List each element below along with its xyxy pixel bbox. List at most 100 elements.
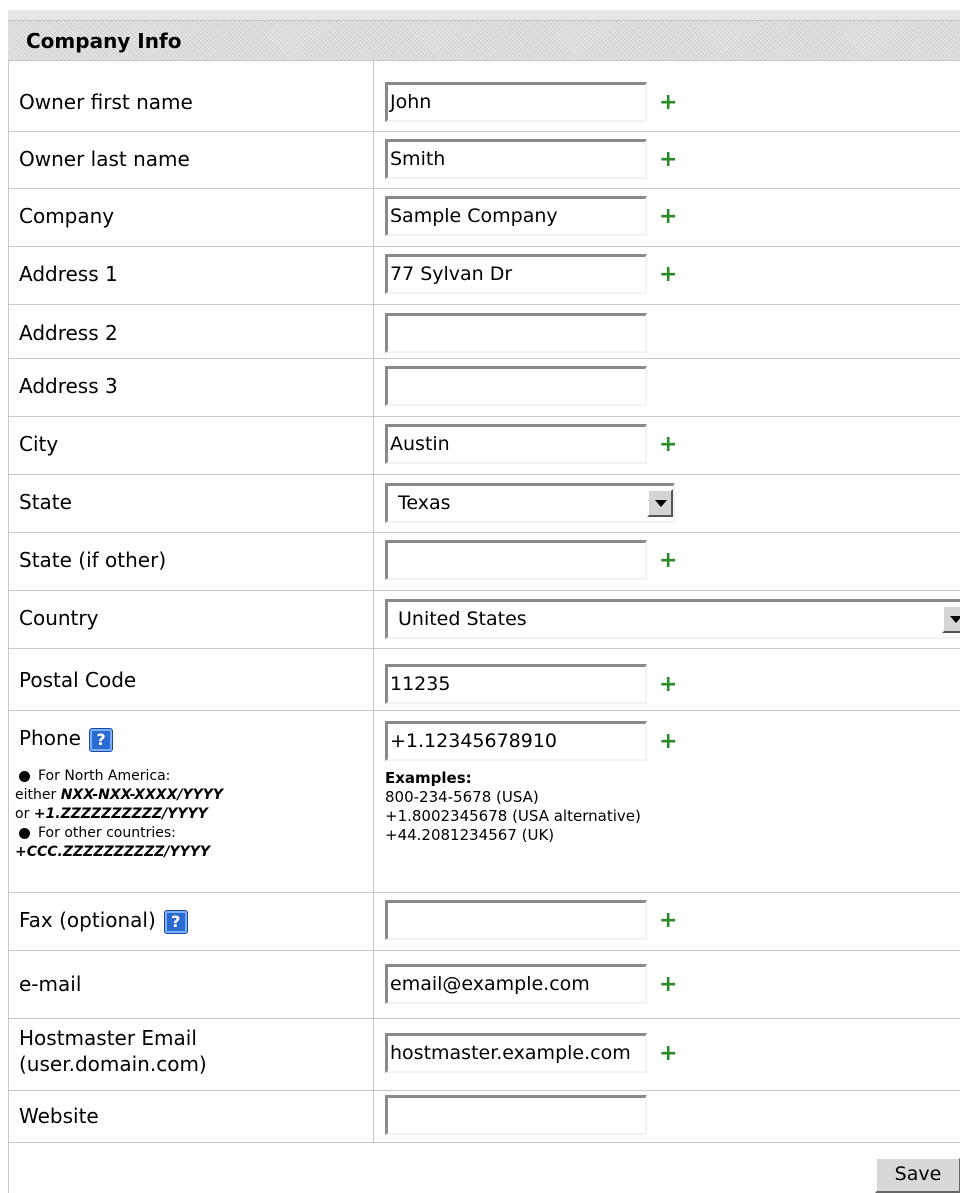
phone-examples: Examples: 800-234-5678 (USA) +1.8002345678…: [385, 769, 641, 845]
postal-code-label: Postal Code: [19, 668, 137, 692]
address-3-label: Address 3: [19, 374, 118, 398]
required-plus-icon: +: [659, 1041, 678, 1066]
city-input[interactable]: Austin: [385, 424, 647, 464]
website-label: Website: [19, 1104, 99, 1128]
fax-label: Fax (optional)?: [19, 908, 188, 934]
example-line: +44.2081234567 (UK): [385, 826, 555, 844]
country-label: Country: [19, 606, 99, 630]
or-text: or: [15, 806, 30, 822]
state-other-input[interactable]: [385, 540, 647, 580]
country-select[interactable]: United States: [385, 599, 960, 639]
row-address-3: Address 3: [8, 358, 960, 416]
phone-label: Phone?: [19, 726, 113, 752]
chevron-down-icon[interactable]: [942, 605, 960, 633]
either-text: either: [15, 787, 57, 803]
row-website: Website: [8, 1090, 960, 1142]
label-cell: Company: [8, 189, 374, 246]
value-cell: [375, 1091, 960, 1142]
value-cell: Austin +: [375, 417, 960, 474]
value-cell: +: [375, 533, 960, 590]
state-other-label: State (if other): [19, 548, 167, 572]
label-cell: Owner last name: [8, 132, 374, 188]
email-label: e-mail: [19, 972, 82, 996]
value-cell: 11235 +: [375, 649, 960, 710]
row-state-other: State (if other) +: [8, 532, 960, 590]
row-city: City Austin +: [8, 416, 960, 474]
country-selected-value: United States: [398, 608, 527, 630]
label-cell: e-mail: [8, 951, 374, 1018]
row-owner-last-name: Owner last name Smith +: [8, 131, 960, 188]
label-cell: Address 3: [8, 359, 374, 416]
label-cell: State (if other): [8, 533, 374, 590]
company-input[interactable]: Sample Company: [385, 196, 647, 236]
value-cell: Sample Company +: [375, 189, 960, 246]
label-cell: State: [8, 475, 374, 532]
na-format-1: NXX-NXX-XXXX/YYYY: [60, 787, 224, 803]
website-input[interactable]: [385, 1095, 647, 1135]
address-2-input[interactable]: [385, 313, 647, 353]
label-cell: Phone? For North America: either NXX-NXX-X…: [8, 711, 374, 892]
fax-label-text: Fax (optional): [19, 908, 156, 932]
value-cell: +1.12345678910 + Examples: 800-234-5678 (US…: [375, 711, 960, 892]
state-label: State: [19, 490, 72, 514]
address-1-input[interactable]: 77 Sylvan Dr: [385, 254, 647, 294]
fax-input[interactable]: [385, 900, 647, 940]
label-cell: City: [8, 417, 374, 474]
hostmaster-label-hint: (user.domain.com): [19, 1052, 207, 1076]
label-cell: Address 2: [8, 305, 374, 358]
value-cell: [375, 305, 960, 358]
form-footer: Save: [8, 1142, 960, 1193]
other-countries-label: For other countries:: [38, 825, 176, 841]
value-cell: hostmaster.example.com +: [375, 1019, 960, 1090]
company-label: Company: [19, 204, 115, 228]
help-question-icon[interactable]: ?: [163, 909, 188, 934]
example-line: 800-234-5678 (USA): [385, 788, 539, 806]
value-cell: 77 Sylvan Dr +: [375, 247, 960, 304]
label-cell: Owner first name: [8, 61, 374, 131]
required-plus-icon: +: [659, 262, 678, 287]
chevron-down-icon[interactable]: [647, 489, 673, 517]
example-line: +1.8002345678 (USA alternative): [385, 807, 641, 825]
postal-code-input[interactable]: 11235: [385, 664, 647, 704]
value-cell: [375, 359, 960, 416]
label-cell: Postal Code: [8, 649, 374, 710]
north-america-label: For North America:: [38, 768, 171, 784]
required-plus-icon: +: [659, 908, 678, 933]
top-strip: [8, 10, 960, 20]
required-plus-icon: +: [659, 147, 678, 172]
hostmaster-input[interactable]: hostmaster.example.com: [385, 1033, 647, 1073]
required-plus-icon: +: [659, 90, 678, 115]
required-plus-icon: +: [659, 972, 678, 997]
phone-input[interactable]: +1.12345678910: [385, 721, 647, 761]
save-button[interactable]: Save: [875, 1157, 960, 1193]
required-plus-icon: +: [659, 204, 678, 229]
row-address-2: Address 2: [8, 304, 960, 358]
owner-last-name-input[interactable]: Smith: [385, 139, 647, 179]
owner-first-name-input[interactable]: John: [385, 82, 647, 122]
required-plus-icon: +: [659, 729, 678, 754]
value-cell: United States: [375, 591, 960, 648]
label-cell: Website: [8, 1091, 374, 1142]
city-label: City: [19, 432, 59, 456]
row-owner-first-name: Owner first name John +: [8, 60, 960, 131]
row-fax: Fax (optional)? +: [8, 892, 960, 950]
address-3-input[interactable]: [385, 366, 647, 406]
row-postal-code: Postal Code 11235 +: [8, 648, 960, 710]
bullet-icon: [19, 770, 30, 782]
value-cell: email@example.com +: [375, 951, 960, 1018]
required-plus-icon: +: [659, 672, 678, 697]
owner-first-name-label: Owner first name: [19, 90, 193, 114]
email-input[interactable]: email@example.com: [385, 964, 647, 1004]
bullet-icon: [19, 827, 30, 839]
phone-format-note: For North America: either NXX-NXX-XXXX/YY…: [15, 767, 223, 862]
row-company: Company Sample Company +: [8, 188, 960, 246]
value-cell: Smith +: [375, 132, 960, 188]
examples-title: Examples:: [385, 769, 472, 787]
help-question-icon[interactable]: ?: [88, 727, 113, 752]
section-title: Company Info: [26, 29, 182, 53]
required-plus-icon: +: [659, 432, 678, 457]
row-email: e-mail email@example.com +: [8, 950, 960, 1018]
state-select[interactable]: Texas: [385, 483, 675, 523]
value-cell: John +: [375, 61, 960, 131]
hostmaster-label: Hostmaster Email: [19, 1026, 197, 1050]
